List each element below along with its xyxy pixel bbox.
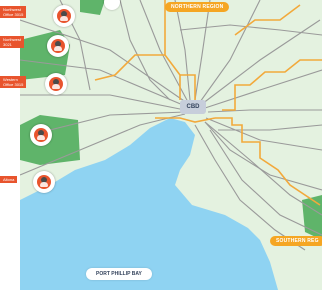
region-label-southern: SOUTHERN REG xyxy=(270,236,322,246)
office-pin-icon[interactable] xyxy=(45,73,67,95)
office-pin-icon[interactable] xyxy=(53,5,75,27)
cbd-label: CBD xyxy=(180,100,206,114)
bay-label: PORT PHILLIP BAY xyxy=(86,268,152,280)
office-tag: Altona xyxy=(0,176,18,183)
park-area xyxy=(80,0,105,15)
office-tag: Northwest 3021 xyxy=(0,36,25,48)
office-pin-icon[interactable] xyxy=(47,35,69,57)
region-label-northern: NORTHERN REGION xyxy=(165,2,230,12)
office-tag: Northwest Office 3015 xyxy=(0,6,27,18)
office-tag: Western Office 3015 xyxy=(0,76,27,88)
office-pin-icon[interactable] xyxy=(30,124,52,146)
office-pin-icon[interactable] xyxy=(33,171,55,193)
